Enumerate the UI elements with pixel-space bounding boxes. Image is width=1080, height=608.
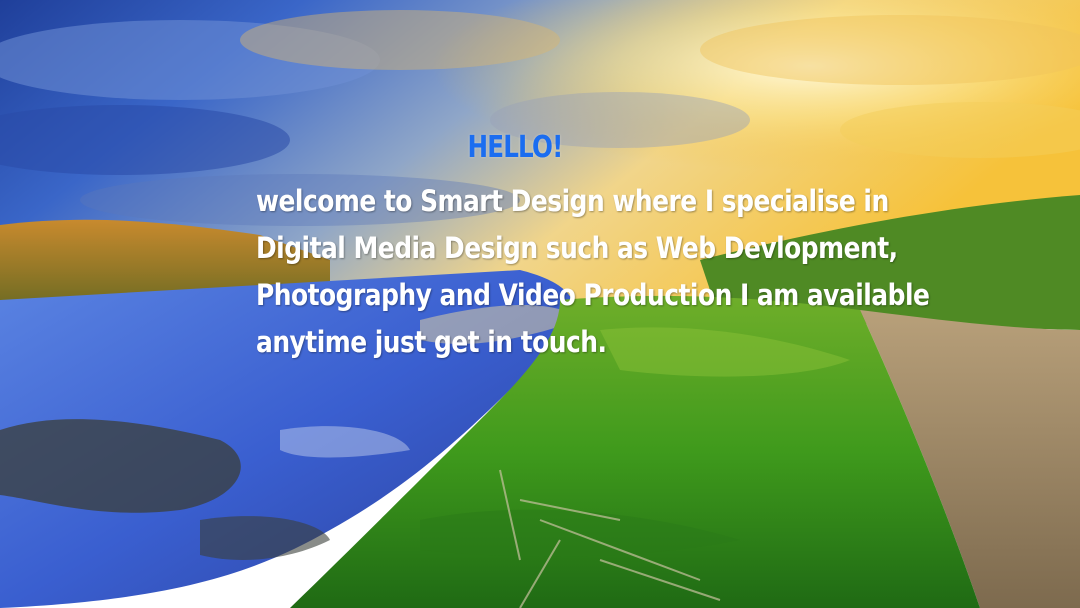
welcome-text: welcome to Smart Design where I speciali… [256,184,930,359]
greeting-heading: HELLO! [467,130,563,165]
